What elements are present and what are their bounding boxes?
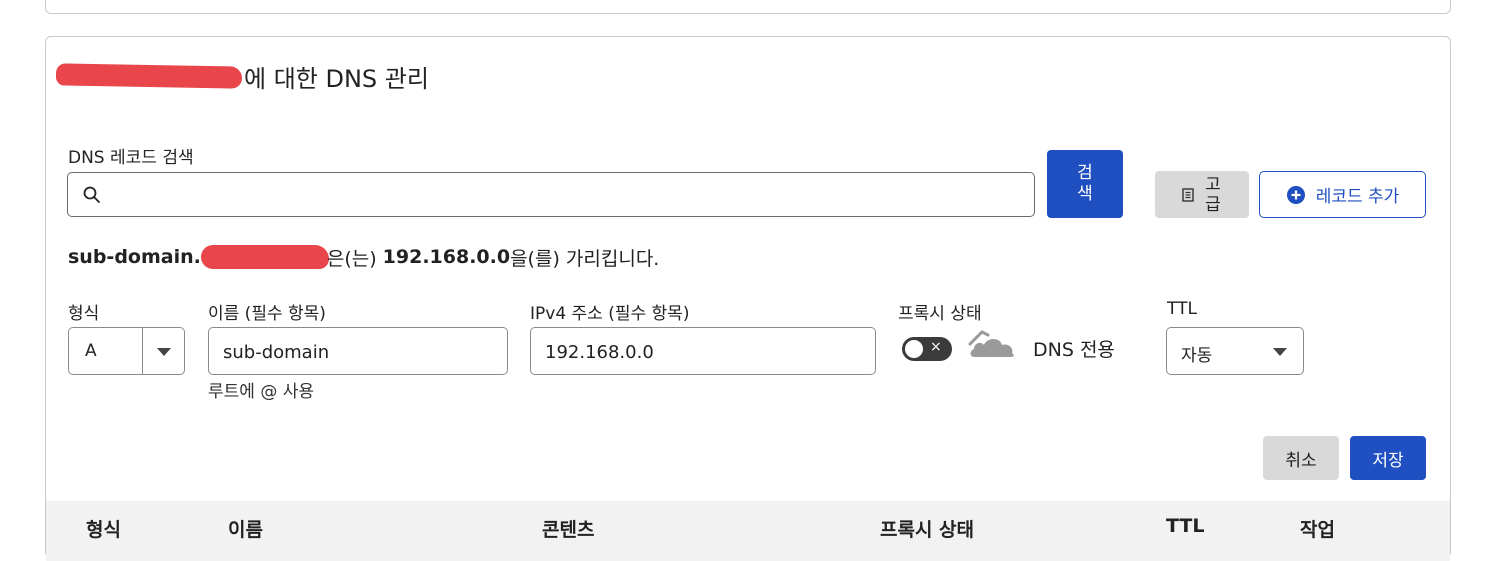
name-label: 이름 (필수 항목) <box>208 304 326 324</box>
points-to-ip: 192.168.0.0 <box>382 246 511 268</box>
search-input[interactable] <box>114 173 1018 218</box>
card-title: 에 대한 DNS 관리 <box>55 59 429 93</box>
redacted-domain <box>55 63 243 89</box>
ipv4-field[interactable] <box>530 327 876 376</box>
toggle-knob <box>905 340 923 358</box>
previous-card <box>45 0 1451 14</box>
ttl-value: 자동 <box>1181 346 1213 366</box>
select-divider <box>142 328 143 374</box>
title-text: 에 대한 DNS 관리 <box>244 64 429 93</box>
close-icon: × <box>930 339 942 355</box>
search-field[interactable] <box>67 172 1035 218</box>
records-table-header: 형식 이름 콘텐츠 프록시 상태 TTL 작업 <box>46 501 1450 561</box>
name-hint: 루트에 @ 사용 <box>208 382 315 402</box>
search-button[interactable]: 검색 <box>1047 150 1123 218</box>
record-points-to-text: sub-domain. 은(는) 192.168.0.0 을(를) 가리킵니다. <box>68 243 659 271</box>
add-record-button[interactable]: 레코드 추가 <box>1259 171 1426 218</box>
search-button-label: 검색 <box>1077 163 1093 204</box>
name-field[interactable] <box>208 327 508 376</box>
points-to-suffix: 을(를) 가리킵니다. <box>510 247 660 270</box>
cancel-button[interactable]: 취소 <box>1263 436 1339 480</box>
proxy-status-text: DNS 전용 <box>1033 339 1115 361</box>
record-name-prefix: sub-domain. <box>68 246 201 268</box>
save-button[interactable]: 저장 <box>1350 436 1426 480</box>
ipv4-input[interactable] <box>543 328 863 376</box>
dns-management-card: 에 대한 DNS 관리 DNS 레코드 검색 검색 고급 레코드 추가 sub-… <box>45 36 1451 561</box>
add-record-label: 레코드 추가 <box>1315 187 1400 207</box>
points-to-middle: 은(는) <box>326 247 377 270</box>
advanced-button-label: 고급 <box>1205 174 1221 215</box>
ipv4-label: IPv4 주소 (필수 항목) <box>530 304 690 324</box>
name-input[interactable] <box>221 328 495 376</box>
redacted-domain-inline <box>200 245 329 269</box>
column-header-type[interactable]: 형식 <box>86 515 121 542</box>
add-circle-icon <box>1286 185 1305 204</box>
cancel-label: 취소 <box>1285 450 1317 471</box>
cloud-icon <box>968 330 1014 357</box>
search-icon <box>83 186 100 203</box>
document-icon <box>1182 187 1194 202</box>
column-header-proxy[interactable]: 프록시 상태 <box>880 515 974 542</box>
ttl-select[interactable]: 자동 <box>1166 327 1304 375</box>
save-label: 저장 <box>1372 450 1404 471</box>
column-header-actions: 작업 <box>1300 519 1335 541</box>
search-label: DNS 레코드 검색 <box>68 148 194 168</box>
ttl-label: TTL <box>1167 299 1197 319</box>
type-value: A <box>85 341 97 361</box>
type-label: 형식 <box>68 304 100 324</box>
column-header-ttl[interactable]: TTL <box>1166 515 1204 537</box>
column-header-name[interactable]: 이름 <box>228 515 263 542</box>
proxy-toggle[interactable]: × <box>902 337 952 361</box>
column-header-content[interactable]: 콘텐츠 <box>542 515 594 542</box>
chevron-down-icon <box>157 348 171 356</box>
type-select[interactable]: A <box>68 327 185 375</box>
proxy-label: 프록시 상태 <box>898 304 982 324</box>
advanced-button[interactable]: 고급 <box>1155 171 1249 218</box>
chevron-down-icon <box>1273 348 1287 356</box>
